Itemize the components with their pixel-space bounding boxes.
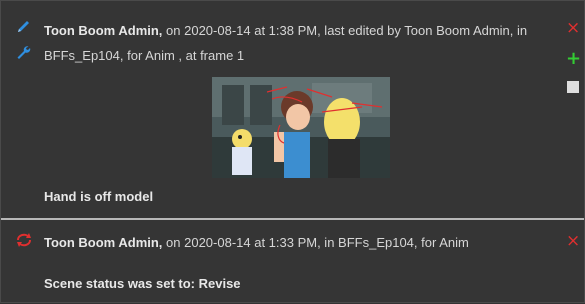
note-text: Scene status was set to: Revise xyxy=(44,276,241,291)
add-reply-button[interactable]: + xyxy=(566,50,581,68)
stop-square-icon[interactable] xyxy=(567,81,579,93)
note-item[interactable]: Toon Boom Admin, on 2020-08-14 at 1:38 P… xyxy=(1,1,584,219)
delete-note-button[interactable]: × xyxy=(566,20,580,37)
notes-panel: Toon Boom Admin, on 2020-08-14 at 1:38 P… xyxy=(0,0,585,303)
note-meta: on 2020-08-14 at 1:33 PM, in BFFs_Ep104,… xyxy=(162,235,469,250)
note-header: Toon Boom Admin, on 2020-08-14 at 1:33 P… xyxy=(44,230,554,255)
wrench-icon xyxy=(15,44,31,60)
note-text: Hand is off model xyxy=(44,189,154,204)
frame-thumbnail[interactable] xyxy=(212,77,390,178)
delete-note-button[interactable]: × xyxy=(566,233,580,250)
pencil-icon xyxy=(15,19,31,35)
note-header: Toon Boom Admin, on 2020-08-14 at 1:38 P… xyxy=(44,18,554,68)
note-author: Toon Boom Admin, xyxy=(44,235,163,250)
note-author: Toon Boom Admin, xyxy=(44,23,163,38)
status-change-icon xyxy=(15,233,33,247)
